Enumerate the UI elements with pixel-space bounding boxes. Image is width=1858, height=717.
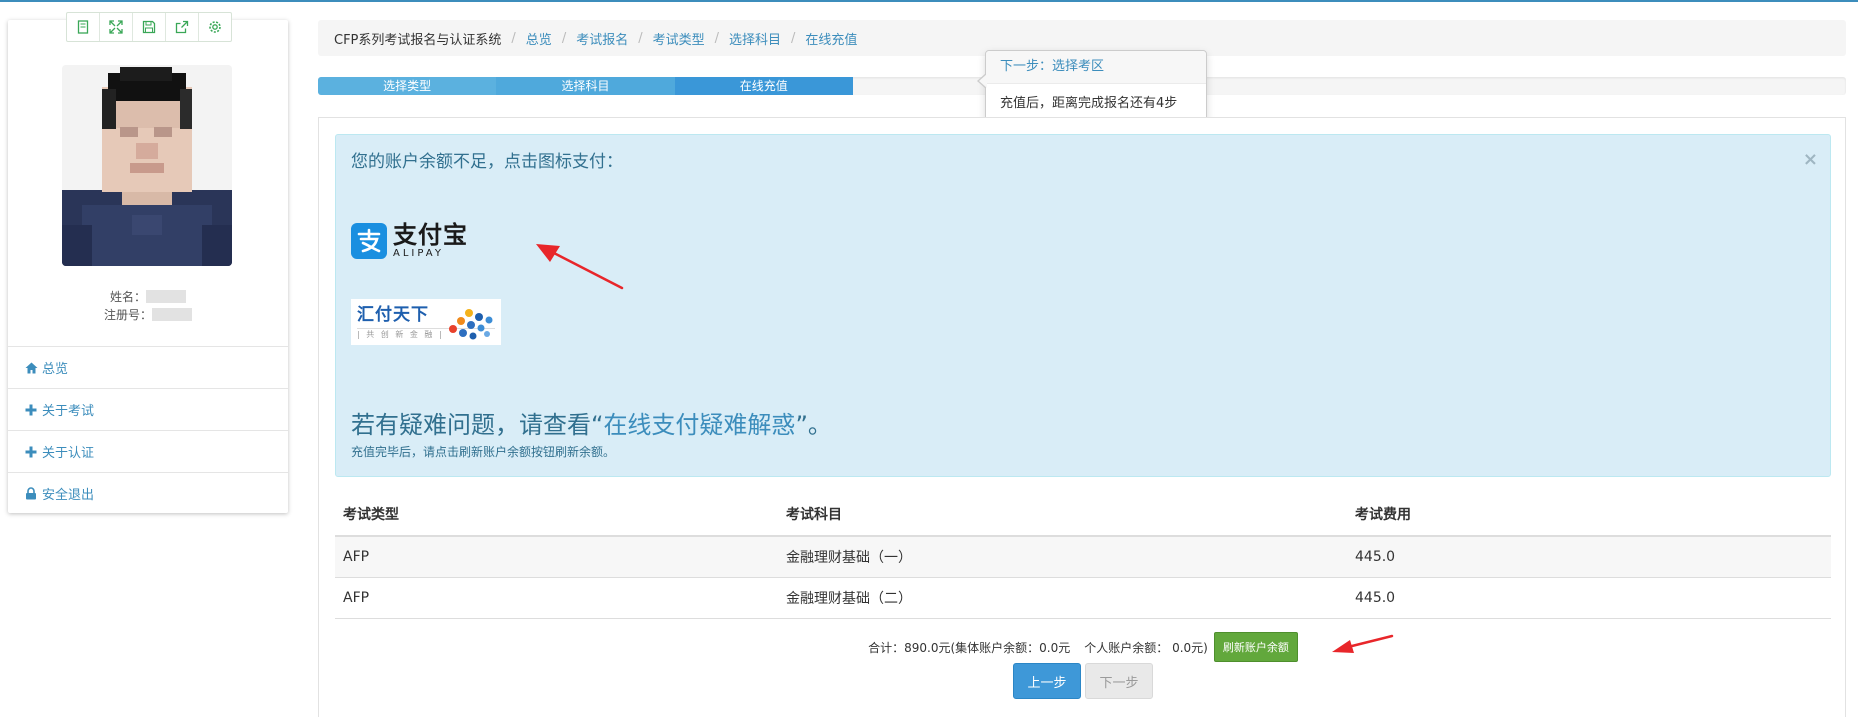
nav-item-about-exam[interactable]: 关于考试 xyxy=(8,388,288,430)
nav-label: 关于认证 xyxy=(42,446,95,461)
alipay-button[interactable]: 支付宝 ALIPAY xyxy=(351,220,468,262)
save-icon[interactable] xyxy=(133,13,166,41)
balance-summary: 合计：890.0元(集体账户余额：0.0元 个人账户余额： 0.0元) 刷新账户… xyxy=(319,632,1847,662)
profile-info: 姓名： 注册号： xyxy=(8,288,288,324)
alipay-logo-icon xyxy=(351,223,387,259)
cell-exam-fee: 445.0 xyxy=(1347,536,1831,578)
alipay-en: ALIPAY xyxy=(393,248,444,259)
next-step-popover: 下一步：选择考区 充值后，距离完成报名还有4步 xyxy=(977,50,1207,123)
col-exam-type: 考试类型 xyxy=(335,493,778,537)
main-panel: × 您的账户余额不足，点击图标支付： 支付宝 ALIPAY 汇付天下 | 共 创… xyxy=(318,117,1846,717)
nav-item-logout[interactable]: 安全退出 xyxy=(8,472,288,514)
side-nav: 总览 关于考试 关于认证 安全退出 xyxy=(8,346,288,514)
name-value-redacted xyxy=(146,290,186,303)
prev-step-button[interactable]: 上一步 xyxy=(1013,663,1081,699)
fee-table: 考试类型 考试科目 考试费用 AFP 金融理财基础（一） 445.0 AFP 金… xyxy=(335,493,1831,619)
alert-title: 您的账户余额不足，点击图标支付： xyxy=(351,152,623,172)
cell-exam-type: AFP xyxy=(335,577,778,619)
popover-title: 下一步：选择考区 xyxy=(986,51,1206,84)
summary-personal: 个人账户余额： 0.0元) xyxy=(1084,640,1208,655)
chinapnr-logo-icon xyxy=(449,309,493,340)
table-row: AFP 金融理财基础（二） 445.0 xyxy=(335,577,1831,619)
breadcrumb-online-recharge[interactable]: 在线充值 xyxy=(805,29,857,48)
cell-exam-subject: 金融理财基础（一） xyxy=(778,536,1347,578)
home-icon xyxy=(24,361,38,375)
page-icon[interactable] xyxy=(67,13,100,41)
breadcrumb-exam-type[interactable]: 考试类型 xyxy=(653,29,705,48)
profile-toolbar xyxy=(66,12,232,42)
close-icon[interactable]: × xyxy=(1803,149,1818,170)
col-exam-subject: 考试科目 xyxy=(778,493,1347,537)
nav-label: 安全退出 xyxy=(42,488,95,503)
plus-icon xyxy=(24,403,38,417)
name-row: 姓名： xyxy=(8,288,288,306)
col-exam-fee: 考试费用 xyxy=(1347,493,1831,537)
help-prefix: 若有疑难问题，请查看“ xyxy=(351,411,604,439)
breadcrumb-system: CFP系列考试报名与认证系统 xyxy=(334,32,502,48)
settings-icon[interactable] xyxy=(199,13,231,41)
plus-icon xyxy=(24,445,38,459)
breadcrumb-overview[interactable]: 总览 xyxy=(526,29,552,48)
chinapnr-button[interactable]: 汇付天下 | 共 创 新 金 融 | xyxy=(351,299,501,345)
share-icon[interactable] xyxy=(166,13,199,41)
nav-label: 总览 xyxy=(42,362,69,377)
step-select-type: 选择类型 xyxy=(318,77,497,95)
reg-row: 注册号： xyxy=(8,306,288,324)
alipay-cn: 支付宝 xyxy=(393,221,468,249)
table-header-row: 考试类型 考试科目 考试费用 xyxy=(335,493,1831,537)
recharge-note: 充值完毕后，请点击刷新账户余额按钮刷新余额。 xyxy=(351,445,616,459)
cell-exam-type: AFP xyxy=(335,536,778,578)
cell-exam-fee: 445.0 xyxy=(1347,577,1831,619)
help-suffix: ”。 xyxy=(795,411,832,439)
payment-faq-link[interactable]: 在线支付疑难解惑 xyxy=(603,411,795,439)
lock-icon xyxy=(24,487,38,501)
step-online-recharge: 在线充值 xyxy=(674,77,853,95)
summary-total: 合计：890.0元(集体账户余额：0.0元 xyxy=(868,640,1071,655)
step-select-subject: 选择科目 xyxy=(496,77,675,95)
cell-exam-subject: 金融理财基础（二） xyxy=(778,577,1347,619)
table-row: AFP 金融理财基础（一） 445.0 xyxy=(335,536,1831,578)
payment-alert: × 您的账户余额不足，点击图标支付： 支付宝 ALIPAY 汇付天下 | 共 创… xyxy=(335,134,1831,477)
nav-buttons: 上一步 下一步 xyxy=(319,663,1847,699)
fullscreen-icon[interactable] xyxy=(100,13,133,41)
nav-item-about-certification[interactable]: 关于认证 xyxy=(8,430,288,472)
reg-value-redacted xyxy=(152,308,192,321)
help-line: 若有疑难问题，请查看“在线支付疑难解惑”。 xyxy=(351,405,832,440)
nav-item-overview[interactable]: 总览 xyxy=(8,346,288,388)
profile-card: 姓名： 注册号： 总览 关于考试 关于认证 安全退出 xyxy=(8,12,288,514)
refresh-balance-button[interactable]: 刷新账户余额 xyxy=(1213,632,1298,662)
top-accent-line xyxy=(0,0,1858,2)
breadcrumb-select-subject[interactable]: 选择科目 xyxy=(729,29,781,48)
nav-label: 关于考试 xyxy=(42,404,95,419)
next-step-button[interactable]: 下一步 xyxy=(1085,663,1153,699)
avatar xyxy=(62,65,232,266)
reg-label: 注册号： xyxy=(103,308,152,322)
breadcrumb-exam-registration[interactable]: 考试报名 xyxy=(576,29,628,48)
name-label: 姓名： xyxy=(109,290,146,304)
